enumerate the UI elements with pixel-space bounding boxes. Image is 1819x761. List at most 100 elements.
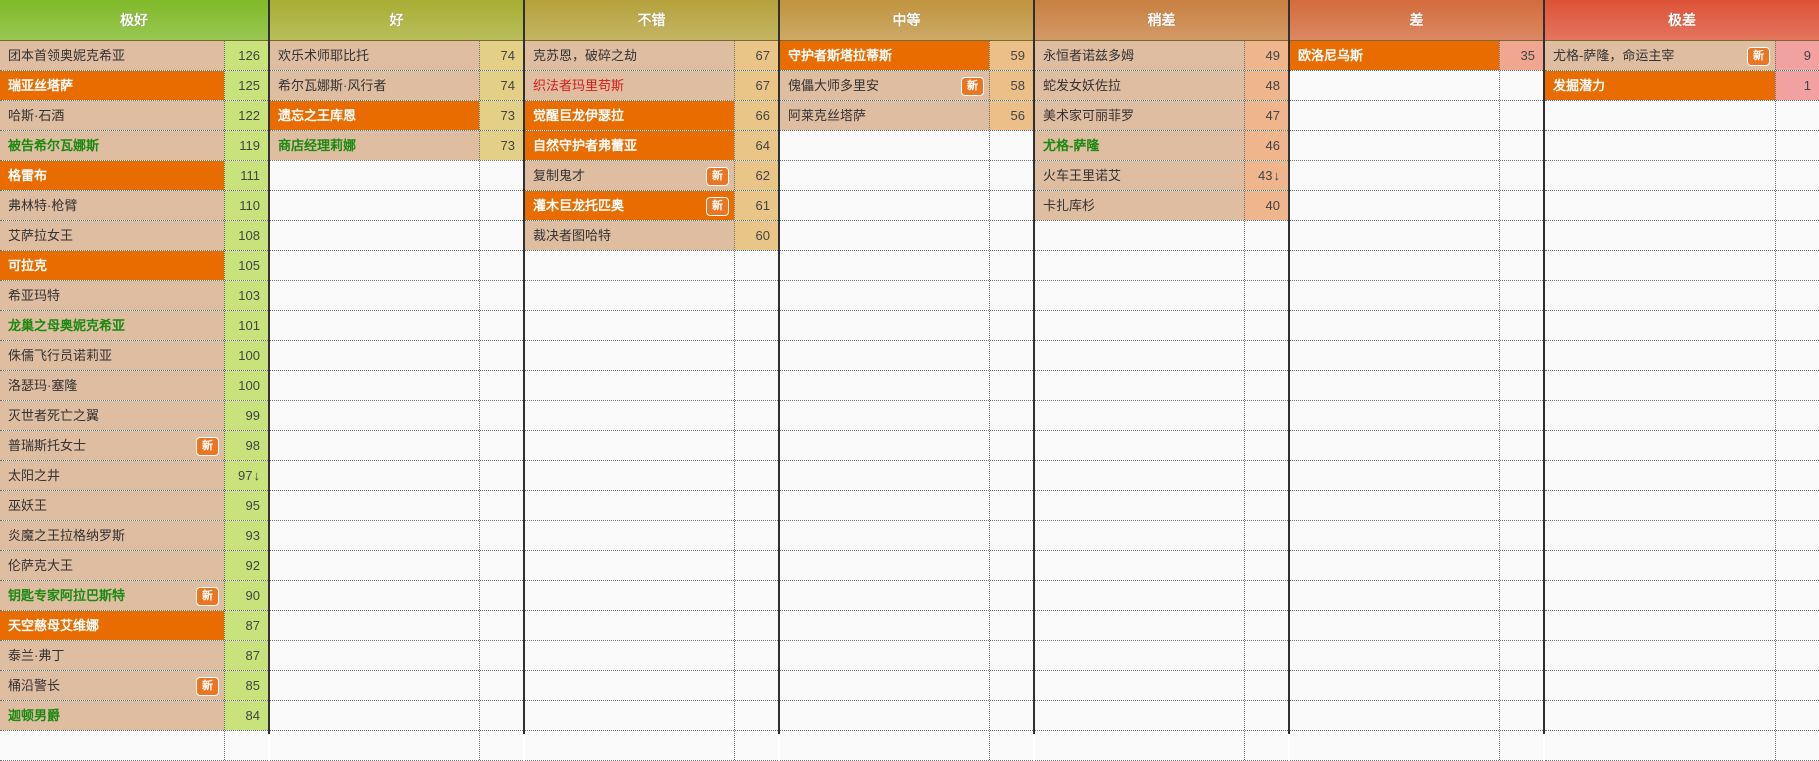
empty-name-cell — [270, 371, 479, 400]
empty-row — [1290, 731, 1543, 761]
card-name: 觉醒巨龙伊瑟拉 — [525, 101, 734, 130]
card-row[interactable]: 尤格-萨隆 46 — [1035, 131, 1288, 161]
card-row[interactable]: 阿莱克丝塔萨 56 — [780, 101, 1033, 131]
empty-name-cell — [1290, 611, 1499, 640]
card-score-value: 66 — [755, 108, 770, 123]
card-row[interactable]: 商店经理莉娜 73 — [270, 131, 523, 161]
empty-score-cell — [1775, 431, 1819, 460]
card-name: 尤格-萨隆 — [1035, 131, 1244, 160]
card-score: 47 — [1244, 101, 1288, 130]
card-row[interactable]: 伦萨克大王 92 — [0, 551, 268, 581]
empty-score-cell — [479, 461, 523, 490]
card-score-value: 67 — [755, 48, 770, 63]
card-row[interactable]: 天空慈母艾维娜 87 — [0, 611, 268, 641]
card-row[interactable]: 弗林特·枪臂 110 — [0, 191, 268, 221]
empty-score-cell — [1244, 521, 1288, 550]
card-row[interactable]: 蛇发女妖佐拉 48 — [1035, 71, 1288, 101]
empty-score-cell — [1499, 611, 1543, 640]
empty-name-cell — [1290, 671, 1499, 700]
empty-row — [525, 491, 778, 521]
empty-row — [525, 701, 778, 731]
empty-name-cell — [1290, 401, 1499, 430]
empty-score-cell — [734, 311, 778, 340]
card-name-text: 火车王里诺艾 — [1043, 168, 1122, 183]
empty-row — [1290, 191, 1543, 221]
empty-name-cell — [1290, 551, 1499, 580]
card-name: 欢乐术师耶比托 — [270, 41, 479, 70]
card-row[interactable]: 可拉克 105 — [0, 251, 268, 281]
card-row[interactable]: 太阳之井 97↓ — [0, 461, 268, 491]
empty-score-cell — [1775, 131, 1819, 160]
card-row[interactable]: 守护者斯塔拉蒂斯 59 — [780, 41, 1033, 71]
card-row[interactable]: 遗忘之王库恩 73 — [270, 101, 523, 131]
card-score-value: 108 — [238, 228, 260, 243]
empty-name-cell — [525, 641, 734, 670]
card-row[interactable]: 织法者玛里苟斯 67 — [525, 71, 778, 101]
card-row[interactable]: 炎魔之王拉格纳罗斯 93 — [0, 521, 268, 551]
card-row[interactable]: 龙巢之母奥妮克希亚 101 — [0, 311, 268, 341]
card-row[interactable]: 格雷布 111 — [0, 161, 268, 191]
card-row[interactable]: 克苏恩，破碎之劫 67 — [525, 41, 778, 71]
tier-column: 好欢乐术师耶比托 74 希尔瓦娜斯·风行者 74 遗忘之王库恩 73 商店经理莉娜 73 — [268, 0, 523, 761]
card-name-text: 复制鬼才 — [533, 168, 586, 183]
card-row[interactable]: 钥匙专家阿拉巴斯特 新 90 — [0, 581, 268, 611]
card-row[interactable]: 火车王里诺艾 43↓ — [1035, 161, 1288, 191]
card-row[interactable]: 美术家可丽菲罗 47 — [1035, 101, 1288, 131]
card-row[interactable]: 尤格-萨隆，命运主宰 新 9 — [1545, 41, 1819, 71]
empty-row — [270, 551, 523, 581]
empty-row — [1545, 671, 1819, 701]
card-row[interactable]: 灭世者死亡之翼 99 — [0, 401, 268, 431]
empty-score-cell — [1775, 461, 1819, 490]
card-row[interactable]: 桶沿警长 新 85 — [0, 671, 268, 701]
card-row[interactable]: 团本首领奥妮克希亚 126 — [0, 41, 268, 71]
card-row[interactable]: 傀儡大师多里安 新 58 — [780, 71, 1033, 101]
card-name-text: 克苏恩，破碎之劫 — [533, 48, 638, 63]
card-score: 87 — [224, 611, 268, 640]
card-row[interactable]: 卡扎库杉 40 — [1035, 191, 1288, 221]
card-row[interactable]: 永恒者诺兹多姆 49 — [1035, 41, 1288, 71]
card-row[interactable]: 欧洛尼乌斯 35 — [1290, 41, 1543, 71]
card-row[interactable]: 发掘潜力 1 — [1545, 71, 1819, 101]
card-row[interactable]: 艾萨拉女王 108 — [0, 221, 268, 251]
card-row[interactable]: 希亚玛特 103 — [0, 281, 268, 311]
card-row[interactable]: 哈斯·石酒 122 — [0, 101, 268, 131]
empty-score-cell — [734, 731, 778, 760]
card-score: 64 — [734, 131, 778, 160]
empty-name-cell — [525, 731, 734, 760]
empty-score-cell — [479, 431, 523, 460]
card-row[interactable]: 洛瑟玛·塞隆 100 — [0, 371, 268, 401]
card-row[interactable]: 复制鬼才 新 62 — [525, 161, 778, 191]
card-row[interactable]: 希尔瓦娜斯·风行者 74 — [270, 71, 523, 101]
empty-score-cell — [1499, 671, 1543, 700]
empty-score-cell — [989, 281, 1033, 310]
empty-score-cell — [734, 461, 778, 490]
card-name: 傀儡大师多里安 新 — [780, 71, 989, 100]
empty-row — [525, 341, 778, 371]
card-score-value: 100 — [238, 378, 260, 393]
card-row[interactable]: 灌木巨龙托匹奥 新 61 — [525, 191, 778, 221]
card-score: 103 — [224, 281, 268, 310]
card-score-value: 101 — [238, 318, 260, 333]
empty-score-cell — [224, 731, 268, 760]
empty-score-cell — [1499, 371, 1543, 400]
card-score: 99 — [224, 401, 268, 430]
card-row[interactable]: 觉醒巨龙伊瑟拉 66 — [525, 101, 778, 131]
empty-row — [1545, 221, 1819, 251]
card-row[interactable]: 巫妖王 95 — [0, 491, 268, 521]
card-row[interactable]: 瑞亚丝塔萨 125 — [0, 71, 268, 101]
empty-score-cell — [1499, 731, 1543, 760]
card-row[interactable]: 普瑞斯托女士 新 98 — [0, 431, 268, 461]
card-row[interactable]: 裁决者图哈特 60 — [525, 221, 778, 251]
empty-name-cell — [1545, 251, 1775, 280]
card-name: 卡扎库杉 — [1035, 191, 1244, 220]
card-row[interactable]: 欢乐术师耶比托 74 — [270, 41, 523, 71]
card-row[interactable]: 被告希尔瓦娜斯 119 — [0, 131, 268, 161]
empty-score-cell — [1775, 551, 1819, 580]
card-row[interactable]: 迦顿男爵 84 — [0, 701, 268, 731]
card-row[interactable]: 自然守护者弗蕾亚 64 — [525, 131, 778, 161]
tier-header: 极好 — [0, 0, 268, 41]
card-row[interactable]: 侏儒飞行员诺莉亚 100 — [0, 341, 268, 371]
card-name: 哈斯·石酒 — [0, 101, 224, 130]
card-row[interactable]: 泰兰·弗丁 87 — [0, 641, 268, 671]
empty-score-cell — [1499, 581, 1543, 610]
